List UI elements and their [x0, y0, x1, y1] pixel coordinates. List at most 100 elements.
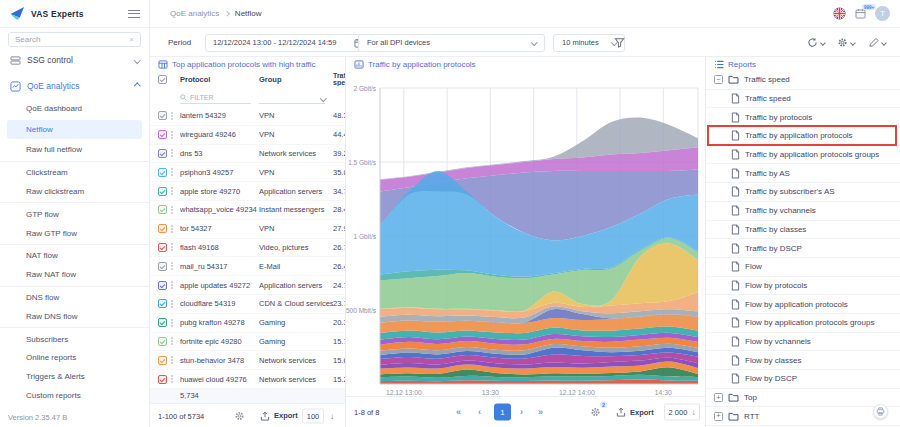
- series-checkbox[interactable]: [158, 375, 167, 384]
- breadcrumb-section[interactable]: QoE analytics: [170, 9, 219, 18]
- expand-icon[interactable]: +: [714, 412, 723, 421]
- sidebar-item-raw-full-netflow[interactable]: Raw full netflow: [0, 141, 149, 160]
- clear-search-icon[interactable]: ×: [129, 35, 134, 44]
- report-item-flow-by-dscp[interactable]: Flow by DSCP: [706, 370, 900, 389]
- table-row[interactable]: wireguard 49246VPN44.4: [150, 126, 345, 145]
- report-item-traffic-by-dscp[interactable]: Traffic by DSCP: [706, 239, 900, 258]
- series-checkbox[interactable]: [158, 205, 167, 214]
- chart-export-button[interactable]: Export: [616, 407, 654, 417]
- drag-handle-icon[interactable]: [171, 171, 173, 173]
- sidebar-item-raw-clickstream[interactable]: Raw clickstream: [0, 182, 149, 201]
- table-row[interactable]: whatsapp_voice 49234Instant messengers28…: [150, 201, 345, 220]
- column-header-protocol[interactable]: Protocol: [180, 75, 259, 84]
- sidebar-item-triggers-alerts[interactable]: Triggers & Alerts: [0, 367, 149, 386]
- column-header-speed[interactable]: Traffic speed: [333, 72, 345, 86]
- settings-button[interactable]: [837, 37, 855, 48]
- drag-handle-icon[interactable]: [171, 190, 173, 192]
- avatar[interactable]: T: [875, 6, 890, 21]
- table-page-size-select[interactable]: 100: [302, 408, 324, 423]
- sidebar-item-clickstream[interactable]: Clickstream: [0, 163, 149, 182]
- sidebar-item-dns-flow[interactable]: DNS flow: [0, 288, 149, 307]
- table-page-size-arrow-icon[interactable]: ↓: [330, 411, 334, 420]
- table-row[interactable]: apple updates 49272Application servers24…: [150, 276, 345, 295]
- sidebar-item-custom-reports[interactable]: Custom reports: [0, 386, 149, 405]
- table-row[interactable]: tor 54327VPN27.9: [150, 220, 345, 239]
- sidebar-item-gtp-flow[interactable]: GTP flow: [0, 205, 149, 224]
- report-item-traffic-speed[interactable]: −Traffic speed: [706, 71, 900, 90]
- pagination-current-page[interactable]: 1: [494, 404, 511, 421]
- drag-handle-icon[interactable]: [171, 303, 173, 305]
- language-flag-icon[interactable]: [833, 7, 846, 20]
- report-item-flow[interactable]: Flow: [706, 258, 900, 277]
- report-item-rtt[interactable]: +RTT: [706, 407, 900, 426]
- series-checkbox[interactable]: [158, 299, 167, 308]
- chart-settings-gear-icon[interactable]: [590, 407, 601, 418]
- report-item-traffic-by-protocols[interactable]: Traffic by protocols: [706, 108, 900, 127]
- table-export-button[interactable]: Export: [260, 411, 298, 421]
- series-checkbox[interactable]: [158, 281, 167, 290]
- drag-handle-icon[interactable]: [171, 378, 173, 380]
- sidebar-item-qoe-dashboard[interactable]: QoE dashboard: [0, 99, 149, 118]
- drag-handle-icon[interactable]: [171, 340, 173, 342]
- drag-handle-icon[interactable]: [171, 265, 173, 267]
- series-checkbox[interactable]: [158, 149, 167, 158]
- report-item-traffic-speed[interactable]: Traffic speed: [706, 90, 900, 109]
- drag-handle-icon[interactable]: [171, 246, 173, 248]
- series-checkbox[interactable]: [158, 224, 167, 233]
- hamburger-menu-icon[interactable]: [128, 10, 140, 18]
- series-checkbox[interactable]: [158, 187, 167, 196]
- drag-handle-icon[interactable]: [171, 209, 173, 211]
- series-checkbox[interactable]: [158, 318, 167, 327]
- sidebar-item-raw-gtp-flow[interactable]: Raw GTP flow: [0, 224, 149, 243]
- pagination-next-button[interactable]: ›: [520, 407, 523, 417]
- sidebar-item-netflow[interactable]: Netflow: [7, 120, 142, 139]
- sidebar-item-subscribers[interactable]: Subscribers: [0, 330, 149, 349]
- search-input[interactable]: [15, 35, 129, 44]
- expand-icon[interactable]: +: [714, 393, 723, 402]
- sidebar-item-raw-nat-flow[interactable]: Raw NAT flow: [0, 265, 149, 284]
- collapse-icon[interactable]: −: [714, 75, 723, 84]
- table-row[interactable]: cloudflare 54319CDN & Cloud services23.7: [150, 295, 345, 314]
- group-filter-select[interactable]: [259, 91, 325, 104]
- report-item-top[interactable]: +Top: [706, 389, 900, 408]
- table-row[interactable]: stun-behavior 3478Network services15.6: [150, 351, 345, 370]
- drag-handle-icon[interactable]: [171, 115, 173, 117]
- table-row[interactable]: dns 53Network services39.2: [150, 145, 345, 164]
- dpi-device-select[interactable]: For all DPI devices: [358, 34, 545, 52]
- table-row[interactable]: mail_ru 54317E-Mail26.4: [150, 257, 345, 276]
- report-item-traffic-by-as[interactable]: Traffic by AS: [706, 164, 900, 183]
- report-item-traffic-by-application-protocols[interactable]: Traffic by application protocols: [706, 127, 900, 146]
- series-checkbox[interactable]: [158, 168, 167, 177]
- table-row[interactable]: lantern 54329VPN48.3: [150, 107, 345, 126]
- table-row[interactable]: fortnite epic 49280Gaming15.7: [150, 333, 345, 352]
- drag-handle-icon[interactable]: [171, 228, 173, 230]
- pagination-prev-button[interactable]: ‹: [478, 407, 481, 417]
- report-item-flow-by-application-protocols-groups[interactable]: Flow by application protocols groups: [706, 314, 900, 333]
- sidebar-item-raw-dns-flow[interactable]: Raw DNS flow: [0, 307, 149, 326]
- table-row[interactable]: huawei cloud 49276Network services15.2: [150, 370, 345, 389]
- drag-handle-icon[interactable]: [171, 322, 173, 324]
- nav-section-ssg-control[interactable]: SSG control: [0, 47, 149, 73]
- drag-handle-icon[interactable]: [171, 284, 173, 286]
- sidebar-item-online-reports[interactable]: Online reports: [0, 349, 149, 368]
- select-all-checkbox[interactable]: [158, 75, 167, 84]
- notifications-icon[interactable]: 999+: [855, 8, 866, 19]
- drag-handle-icon[interactable]: [171, 359, 173, 361]
- series-checkbox[interactable]: [158, 356, 167, 365]
- series-checkbox[interactable]: [158, 243, 167, 252]
- report-item-traffic-by-vchannels[interactable]: Traffic by vchannels: [706, 202, 900, 221]
- period-range-input[interactable]: 12/12/2024 13:00 - 12/12/2024 14:59: [205, 34, 372, 52]
- series-checkbox[interactable]: [158, 262, 167, 271]
- table-row[interactable]: apple store 49270Application servers34.7: [150, 182, 345, 201]
- drag-handle-icon[interactable]: [171, 134, 173, 136]
- drag-handle-icon[interactable]: [171, 152, 173, 154]
- series-checkbox[interactable]: [158, 130, 167, 139]
- series-checkbox[interactable]: [158, 111, 167, 120]
- report-item-traffic-by-classes[interactable]: Traffic by classes: [706, 221, 900, 240]
- style-brush-button[interactable]: [868, 37, 886, 48]
- refresh-button[interactable]: [807, 37, 825, 48]
- table-row[interactable]: psiphon3 49257VPN35.8: [150, 163, 345, 182]
- report-item-flow-by-application-protocols[interactable]: Flow by application protocols: [706, 295, 900, 314]
- floating-print-button[interactable]: [873, 404, 888, 419]
- report-item-flow-by-vchannels[interactable]: Flow by vchannels: [706, 333, 900, 352]
